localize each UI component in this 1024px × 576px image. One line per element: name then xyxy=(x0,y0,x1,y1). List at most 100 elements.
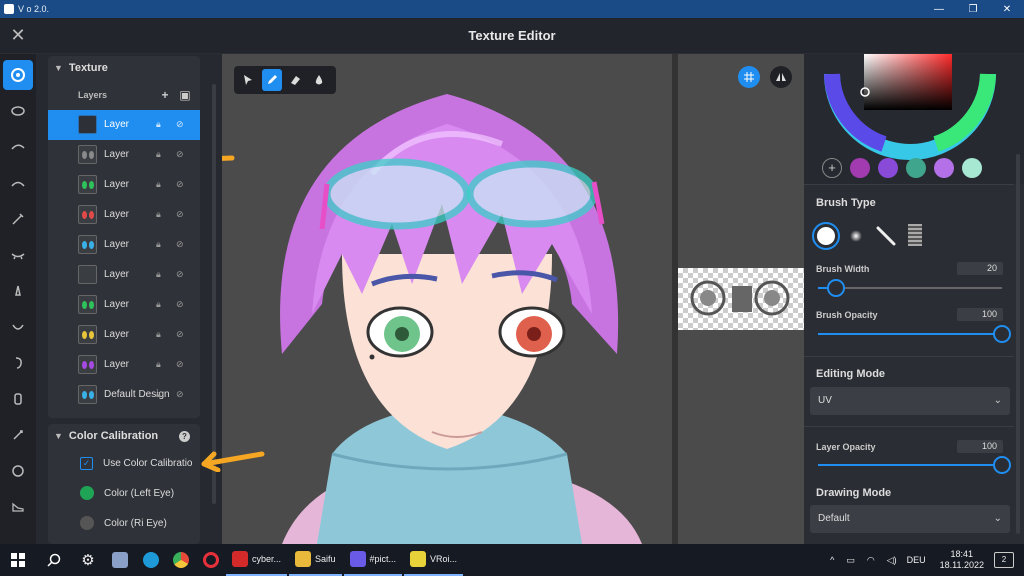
visibility-off-icon[interactable]: ⊘ xyxy=(176,119,184,130)
eraser-tool-button[interactable] xyxy=(285,69,306,91)
visibility-off-icon[interactable]: ⊘ xyxy=(176,389,184,400)
layer-row[interactable]: Layer 🔒︎ ⊘ xyxy=(48,320,200,350)
edge-button[interactable] xyxy=(136,544,166,576)
layer-row[interactable]: Layer 🔒︎ ⊘ xyxy=(48,230,200,260)
left-eye-color-swatch[interactable] xyxy=(80,486,94,500)
visibility-off-icon[interactable]: ⊘ xyxy=(176,149,184,160)
mouth-tool-button[interactable] xyxy=(3,312,33,342)
uv-grid-button[interactable] xyxy=(738,66,760,88)
fill-tool-button[interactable] xyxy=(309,69,330,91)
help-icon[interactable]: ? xyxy=(179,430,190,442)
search-button[interactable] xyxy=(36,544,72,576)
color-picker[interactable]: + xyxy=(804,54,1024,184)
lock-icon[interactable]: 🔒︎ xyxy=(156,179,161,190)
language-indicator[interactable]: DEU xyxy=(907,555,926,565)
brush-opacity-value[interactable]: 100 xyxy=(957,308,1003,321)
notifications-button[interactable]: 2 xyxy=(994,552,1014,568)
chrome-button[interactable] xyxy=(166,544,196,576)
settings-button[interactable]: ⚙ xyxy=(72,544,104,576)
color-swatch[interactable] xyxy=(906,158,926,178)
add-image-layer-button[interactable]: ▣ xyxy=(178,88,192,102)
clock[interactable]: 18:41 18.11.2022 xyxy=(940,549,984,571)
visibility-off-icon[interactable]: ⊘ xyxy=(176,359,184,370)
uv-texture-preview[interactable] xyxy=(678,268,804,330)
layer-row[interactable]: Layer 🔒︎ ⊘ xyxy=(48,290,200,320)
wifi-icon[interactable]: ◠ xyxy=(867,555,875,566)
taskbar-app-button[interactable]: VRoi... xyxy=(404,544,464,576)
network-icon[interactable]: ▭ xyxy=(846,555,855,566)
left-panel-scrollbar[interactable] xyxy=(212,84,216,504)
lock-icon[interactable]: 🔒︎ xyxy=(156,299,161,310)
eyelash-tool-button[interactable] xyxy=(3,168,33,198)
avatar-model-illustration[interactable] xyxy=(222,54,672,544)
right-panel-scrollbar[interactable] xyxy=(1016,154,1020,534)
use-color-calibration-row[interactable]: ✓ Use Color Calibratio xyxy=(48,448,200,478)
start-button[interactable] xyxy=(0,544,36,576)
soft-brush-icon[interactable] xyxy=(850,230,862,242)
lock-icon[interactable]: 🔒︎ xyxy=(156,119,161,130)
visibility-off-icon[interactable]: ⊘ xyxy=(176,209,184,220)
close-editor-button[interactable]: ✕ xyxy=(0,18,36,54)
taskbar-app-button[interactable]: #pict... xyxy=(343,544,403,576)
add-layer-button[interactable]: + xyxy=(158,88,172,102)
uv-panel[interactable] xyxy=(672,54,804,544)
brush-width-value[interactable]: 20 xyxy=(957,262,1003,275)
taskbar-app-button[interactable]: cyber... xyxy=(226,544,288,576)
lock-icon[interactable]: 🔒︎ xyxy=(156,329,161,340)
layer-row[interactable]: Layer 🔒︎ ⊘ xyxy=(48,140,200,170)
bracelet-tool-button[interactable] xyxy=(3,456,33,486)
layer-opacity-slider[interactable] xyxy=(818,456,1011,474)
lock-icon[interactable]: 🔒︎ xyxy=(156,269,161,280)
line-brush-icon[interactable] xyxy=(876,226,896,246)
visibility-off-icon[interactable]: ⊘ xyxy=(176,329,184,340)
pen-tool-button[interactable] xyxy=(261,69,282,91)
texture-brush-icon[interactable] xyxy=(908,224,922,246)
brush-solid-option[interactable] xyxy=(812,222,840,250)
lock-icon[interactable]: 🔒︎ xyxy=(156,149,161,160)
maximize-button[interactable]: ❐ xyxy=(956,0,990,18)
shoe-tool-button[interactable] xyxy=(3,492,33,522)
lock-icon[interactable]: 🔒︎ xyxy=(156,239,161,250)
taskbar-app-button[interactable]: Saifu xyxy=(289,544,342,576)
editing-mode-select[interactable]: UV ⌄ xyxy=(810,387,1010,415)
lock-icon[interactable]: 🔒︎ xyxy=(156,389,161,400)
taskbar-app-button[interactable] xyxy=(104,544,136,576)
minimize-button[interactable]: — xyxy=(922,0,956,18)
layer-row[interactable]: Layer 🔒︎ ⊘ xyxy=(48,200,200,230)
visibility-off-icon[interactable]: ⊘ xyxy=(176,299,184,310)
window-close-button[interactable]: ✕ xyxy=(990,0,1024,18)
lock-icon[interactable]: 🔒︎ xyxy=(156,359,161,370)
mirror-button[interactable] xyxy=(770,66,792,88)
color-swatch[interactable] xyxy=(850,158,870,178)
right-eye-color-row[interactable]: Color (Ri Eye) xyxy=(48,508,200,538)
color-swatch[interactable] xyxy=(962,158,982,178)
calibration-section-header[interactable]: ▼ Color Calibration ? xyxy=(48,424,200,448)
layer-row[interactable]: Layer 🔒︎ ⊘ xyxy=(48,110,200,140)
left-eye-color-row[interactable]: Color (Left Eye) xyxy=(48,478,200,508)
layer-row[interactable]: Default Design 🔒︎ ⊘ xyxy=(48,380,200,410)
brush-opacity-slider-handle[interactable] xyxy=(993,325,1011,343)
brush-width-slider[interactable] xyxy=(818,279,1002,297)
color-swatch[interactable] xyxy=(934,158,954,178)
visibility-off-icon[interactable]: ⊘ xyxy=(176,179,184,190)
lock-icon[interactable]: 🔒︎ xyxy=(156,209,161,220)
layer-opacity-slider-handle[interactable] xyxy=(993,456,1011,474)
texture-tool-button[interactable] xyxy=(3,60,33,90)
brush-width-slider-handle[interactable] xyxy=(827,279,846,297)
layer-opacity-value[interactable]: 100 xyxy=(957,440,1003,453)
texture-section-header[interactable]: ▼ Texture xyxy=(48,56,200,80)
use-color-calibration-checkbox[interactable]: ✓ xyxy=(80,456,93,470)
visibility-off-icon[interactable]: ⊘ xyxy=(176,239,184,250)
color-swatch[interactable] xyxy=(878,158,898,178)
face-tool-button[interactable] xyxy=(3,96,33,126)
3d-viewport[interactable] xyxy=(222,54,672,544)
eye-tool-button[interactable] xyxy=(3,240,33,270)
opera-button[interactable] xyxy=(196,544,226,576)
accessory-tool-button[interactable] xyxy=(3,420,33,450)
brush-opacity-slider[interactable] xyxy=(818,325,1011,343)
body-tool-button[interactable] xyxy=(3,384,33,414)
volume-icon[interactable]: ◁) xyxy=(887,555,897,566)
chevron-up-icon[interactable]: ^ xyxy=(830,555,834,565)
ear-tool-button[interactable] xyxy=(3,348,33,378)
add-swatch-button[interactable]: + xyxy=(822,158,842,178)
